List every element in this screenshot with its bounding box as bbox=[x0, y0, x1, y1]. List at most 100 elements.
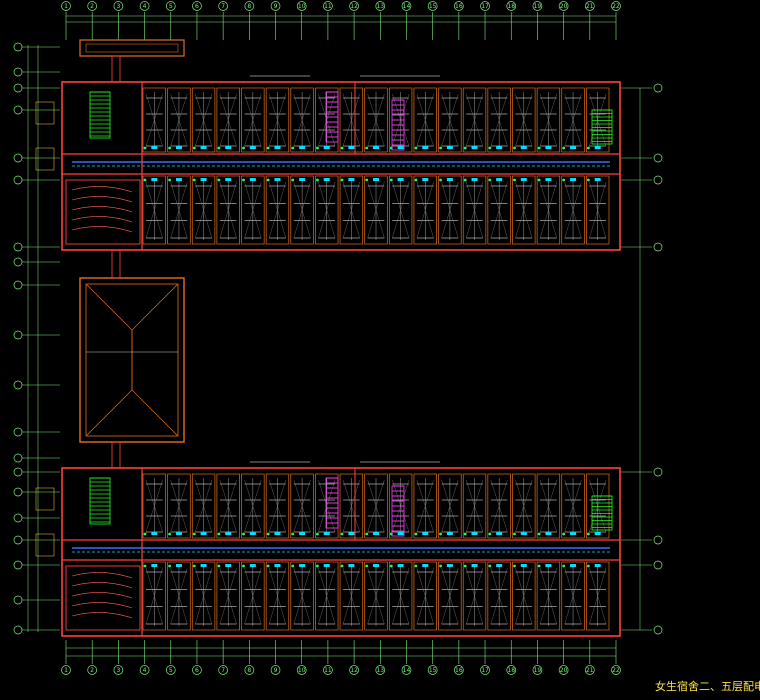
axis-label-top: 15 bbox=[429, 3, 437, 10]
switch-symbol bbox=[520, 532, 527, 535]
axis-label-bottom: 9 bbox=[274, 667, 278, 674]
socket-symbol bbox=[513, 532, 516, 536]
panel-tag bbox=[35, 147, 55, 171]
switch-symbol bbox=[299, 178, 306, 181]
bottom-axis-grid: 1 2 3 4 5 6 7 8 9 10 11 12 13 14 15 16 17 18 19 20 21 22 bbox=[61, 640, 621, 675]
switch-symbol bbox=[323, 178, 330, 181]
switch-symbol bbox=[545, 146, 552, 149]
socket-symbol bbox=[316, 146, 319, 150]
axis-bubble-left bbox=[13, 380, 23, 390]
switch-symbol bbox=[151, 146, 158, 149]
top-connector-block bbox=[79, 39, 185, 83]
distribution-room bbox=[65, 179, 141, 245]
socket-symbol bbox=[217, 146, 221, 150]
socket-symbol bbox=[414, 532, 418, 536]
switch-symbol bbox=[545, 532, 552, 535]
switch-symbol bbox=[496, 178, 503, 181]
socket-symbol bbox=[192, 564, 196, 568]
switch-symbol bbox=[397, 178, 404, 181]
socket-symbol bbox=[143, 146, 147, 150]
socket-symbol bbox=[143, 178, 147, 182]
axis-label-bottom: 1 bbox=[64, 667, 68, 674]
axis-bubble-right bbox=[653, 467, 663, 477]
axis-bubble-right bbox=[653, 242, 663, 252]
switch-symbol bbox=[225, 146, 232, 149]
switch-symbol bbox=[323, 564, 330, 567]
socket-symbol bbox=[217, 564, 221, 568]
socket-symbol bbox=[266, 178, 270, 182]
axis-bubble-right bbox=[653, 560, 663, 570]
axis-bubble-left bbox=[13, 257, 23, 267]
axis-bubble-left bbox=[13, 535, 23, 545]
switch-symbol bbox=[348, 178, 355, 181]
socket-symbol bbox=[537, 564, 541, 568]
upper-wing-plan bbox=[35, 75, 621, 251]
switch-symbol bbox=[496, 532, 503, 535]
outer-wall bbox=[61, 467, 621, 637]
axis-bubble-left bbox=[13, 625, 23, 635]
panel-tag bbox=[35, 533, 55, 557]
switch-symbol bbox=[200, 178, 207, 181]
axis-bubble-left bbox=[13, 467, 23, 477]
axis-label-top: 11 bbox=[324, 3, 332, 10]
feeder-curve bbox=[71, 602, 133, 609]
switch-symbol bbox=[570, 178, 577, 181]
socket-symbol bbox=[242, 146, 245, 150]
socket-symbol bbox=[242, 178, 245, 182]
socket-symbol bbox=[316, 564, 319, 568]
socket-symbol bbox=[513, 178, 516, 182]
axis-bubble-left bbox=[13, 83, 23, 93]
switch-symbol bbox=[225, 564, 232, 567]
switch-symbol bbox=[299, 532, 306, 535]
socket-symbol bbox=[488, 532, 492, 536]
axis-bubble-left bbox=[13, 67, 23, 77]
axis-label-bottom: 17 bbox=[481, 667, 489, 674]
switch-symbol bbox=[397, 532, 404, 535]
axis-label-top: 10 bbox=[298, 3, 306, 10]
socket-symbol bbox=[463, 178, 467, 182]
upper-roof-inner bbox=[85, 43, 179, 53]
socket-symbol bbox=[562, 532, 566, 536]
socket-symbol bbox=[586, 146, 590, 150]
switch-symbol bbox=[274, 532, 281, 535]
switch-symbol bbox=[249, 178, 256, 181]
axis-bubble-right bbox=[653, 175, 663, 185]
switch-symbol bbox=[471, 564, 478, 567]
socket-symbol bbox=[562, 146, 566, 150]
switch-symbol bbox=[471, 146, 478, 149]
socket-symbol bbox=[537, 146, 541, 150]
socket-symbol bbox=[143, 564, 147, 568]
switch-symbol bbox=[249, 564, 256, 567]
switch-symbol bbox=[225, 532, 232, 535]
socket-symbol bbox=[488, 146, 492, 150]
socket-symbol bbox=[217, 178, 221, 182]
axis-bubble-left bbox=[13, 487, 23, 497]
switch-symbol bbox=[496, 564, 503, 567]
socket-symbol bbox=[513, 564, 516, 568]
socket-symbol bbox=[316, 178, 319, 182]
socket-symbol bbox=[340, 178, 344, 182]
switch-symbol bbox=[373, 532, 379, 535]
socket-symbol bbox=[488, 564, 492, 568]
axis-bubble-left bbox=[13, 513, 23, 523]
axis-bubble-left bbox=[13, 453, 23, 463]
connector-link bbox=[111, 55, 121, 83]
socket-symbol bbox=[562, 564, 566, 568]
axis-label-bottom: 21 bbox=[586, 667, 594, 674]
switch-symbol bbox=[520, 178, 527, 181]
axis-label-bottom: 18 bbox=[507, 667, 515, 674]
switch-symbol bbox=[151, 532, 158, 535]
axis-label-top: 20 bbox=[560, 3, 568, 10]
axis-label-top: 14 bbox=[403, 3, 411, 10]
socket-symbol bbox=[439, 532, 442, 536]
axis-label-bottom: 4 bbox=[143, 667, 147, 674]
switch-symbol bbox=[200, 532, 207, 535]
distribution-room bbox=[65, 565, 141, 631]
roof-ridge bbox=[131, 283, 179, 437]
socket-symbol bbox=[168, 564, 172, 568]
switch-symbol bbox=[594, 146, 601, 149]
switch-symbol bbox=[397, 564, 404, 567]
outer-wall bbox=[61, 81, 621, 251]
feeder-curve bbox=[71, 226, 133, 233]
axis-label-bottom: 16 bbox=[455, 667, 463, 674]
